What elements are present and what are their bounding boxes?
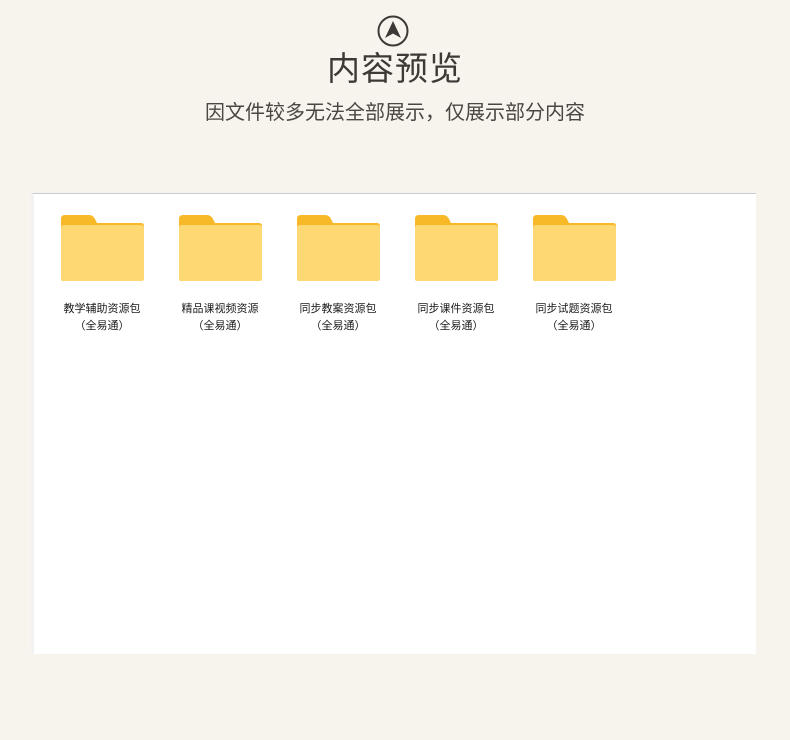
folder-icon [297,215,380,281]
folder-name: 同步教案资源包 [299,302,377,315]
file-preview-panel: 教学辅助资源包 （全易通） 精品课视频资源 （全易通） 同步教案资源包 （全易通… [31,193,756,654]
folder-icon [179,215,262,281]
folder-name: 精品课视频资源 [181,302,259,315]
folder-item-teaching-aids[interactable]: 教学辅助资源包 （全易通） [52,214,152,334]
page-title: 内容预览 [327,49,463,88]
folder-subtitle: （全易通） [428,319,484,332]
folder-name: 同步课件资源包 [417,302,495,315]
compass-arrow-icon [377,15,409,47]
folder-item-course-videos[interactable]: 精品课视频资源 （全易通） [170,214,270,334]
folder-item-lesson-plans[interactable]: 同步教案资源包 （全易通） [288,214,388,334]
folder-subtitle: （全易通） [546,319,602,332]
folder-icon [415,215,498,281]
folder-name: 同步试题资源包 [535,302,613,315]
folder-item-test-questions[interactable]: 同步试题资源包 （全易通） [524,214,624,334]
folder-subtitle: （全易通） [74,319,130,332]
folder-icon [533,215,616,281]
folder-icon [61,215,144,281]
folder-item-courseware[interactable]: 同步课件资源包 （全易通） [406,214,506,334]
folder-subtitle: （全易通） [310,319,366,332]
folder-name: 教学辅助资源包 [63,302,141,315]
folder-subtitle: （全易通） [192,319,248,332]
page-subtitle: 因文件较多无法全部展示，仅展示部分内容 [205,100,585,124]
